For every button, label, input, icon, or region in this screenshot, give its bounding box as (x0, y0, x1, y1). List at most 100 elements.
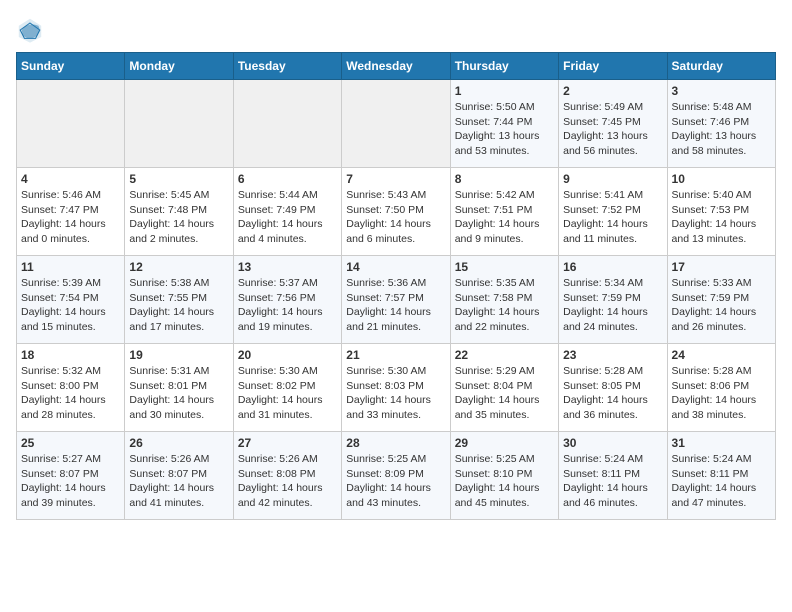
calendar-cell: 12 Sunrise: 5:38 AM Sunset: 7:55 PM Dayli… (125, 256, 233, 344)
day-info: Sunrise: 5:32 AM Sunset: 8:00 PM Dayligh… (21, 364, 120, 423)
calendar-cell: 14 Sunrise: 5:36 AM Sunset: 7:57 PM Dayli… (342, 256, 450, 344)
day-number: 1 (455, 84, 554, 98)
day-info: Sunrise: 5:24 AM Sunset: 8:11 PM Dayligh… (672, 452, 771, 511)
calendar-cell: 7 Sunrise: 5:43 AM Sunset: 7:50 PM Daylig… (342, 168, 450, 256)
calendar-week-3: 11 Sunrise: 5:39 AM Sunset: 7:54 PM Dayli… (17, 256, 776, 344)
calendar-cell: 5Sunrise: 5:45 AM Sunset: 7:48 PM Daylig… (125, 168, 233, 256)
header-cell-friday: Friday (559, 53, 667, 80)
day-info: Sunrise: 5:25 AM Sunset: 8:10 PM Dayligh… (455, 452, 554, 511)
calendar-cell: 15 Sunrise: 5:35 AM Sunset: 7:58 PM Dayli… (450, 256, 558, 344)
header-cell-thursday: Thursday (450, 53, 558, 80)
day-number: 23 (563, 348, 662, 362)
calendar-cell: 25Sunrise: 5:27 AM Sunset: 8:07 PM Dayli… (17, 432, 125, 520)
day-info: Sunrise: 5:36 AM Sunset: 7:57 PM Dayligh… (346, 276, 445, 335)
calendar-cell (17, 80, 125, 168)
day-number: 21 (346, 348, 445, 362)
day-info: Sunrise: 5:42 AM Sunset: 7:51 PM Dayligh… (455, 188, 554, 247)
calendar-cell: 9 Sunrise: 5:41 AM Sunset: 7:52 PM Daylig… (559, 168, 667, 256)
calendar-cell: 22 Sunrise: 5:29 AM Sunset: 8:04 PM Dayli… (450, 344, 558, 432)
day-number: 10 (672, 172, 771, 186)
calendar-cell: 4 Sunrise: 5:46 AM Sunset: 7:47 PM Daylig… (17, 168, 125, 256)
calendar-cell: 6 Sunrise: 5:44 AM Sunset: 7:49 PM Daylig… (233, 168, 341, 256)
day-number: 2 (563, 84, 662, 98)
header-cell-sunday: Sunday (17, 53, 125, 80)
day-number: 12 (129, 260, 228, 274)
calendar-cell: 17Sunrise: 5:33 AM Sunset: 7:59 PM Dayli… (667, 256, 775, 344)
day-info: Sunrise: 5:50 AM Sunset: 7:44 PM Dayligh… (455, 100, 554, 159)
calendar-cell: 28Sunrise: 5:25 AM Sunset: 8:09 PM Dayli… (342, 432, 450, 520)
day-info: Sunrise: 5:30 AM Sunset: 8:03 PM Dayligh… (346, 364, 445, 423)
day-number: 16 (563, 260, 662, 274)
calendar-cell: 13 Sunrise: 5:37 AM Sunset: 7:56 PM Dayli… (233, 256, 341, 344)
calendar-cell: 10 Sunrise: 5:40 AM Sunset: 7:53 PM Dayli… (667, 168, 775, 256)
day-number: 20 (238, 348, 337, 362)
header-row: SundayMondayTuesdayWednesdayThursdayFrid… (17, 53, 776, 80)
day-info: Sunrise: 5:27 AM Sunset: 8:07 PM Dayligh… (21, 452, 120, 511)
day-number: 17 (672, 260, 771, 274)
calendar-cell: 29 Sunrise: 5:25 AM Sunset: 8:10 PM Dayli… (450, 432, 558, 520)
calendar-cell: 20 Sunrise: 5:30 AM Sunset: 8:02 PM Dayli… (233, 344, 341, 432)
day-number: 6 (238, 172, 337, 186)
day-info: Sunrise: 5:26 AM Sunset: 8:07 PM Dayligh… (129, 452, 228, 511)
day-number: 13 (238, 260, 337, 274)
calendar-week-4: 18 Sunrise: 5:32 AM Sunset: 8:00 PM Dayli… (17, 344, 776, 432)
day-number: 29 (455, 436, 554, 450)
day-info: Sunrise: 5:41 AM Sunset: 7:52 PM Dayligh… (563, 188, 662, 247)
day-info: Sunrise: 5:38 AM Sunset: 7:55 PM Dayligh… (129, 276, 228, 335)
logo (16, 16, 48, 44)
calendar-cell (125, 80, 233, 168)
calendar-cell: 2 Sunrise: 5:49 AM Sunset: 7:45 PM Daylig… (559, 80, 667, 168)
calendar-table: SundayMondayTuesdayWednesdayThursdayFrid… (16, 52, 776, 520)
day-info: Sunrise: 5:39 AM Sunset: 7:54 PM Dayligh… (21, 276, 120, 335)
day-number: 14 (346, 260, 445, 274)
day-number: 7 (346, 172, 445, 186)
calendar-cell: 30Sunrise: 5:24 AM Sunset: 8:11 PM Dayli… (559, 432, 667, 520)
calendar-cell: 18 Sunrise: 5:32 AM Sunset: 8:00 PM Dayli… (17, 344, 125, 432)
day-info: Sunrise: 5:37 AM Sunset: 7:56 PM Dayligh… (238, 276, 337, 335)
day-info: Sunrise: 5:26 AM Sunset: 8:08 PM Dayligh… (238, 452, 337, 511)
day-number: 4 (21, 172, 120, 186)
day-number: 11 (21, 260, 120, 274)
day-info: Sunrise: 5:31 AM Sunset: 8:01 PM Dayligh… (129, 364, 228, 423)
calendar-cell: 23 Sunrise: 5:28 AM Sunset: 8:05 PM Dayli… (559, 344, 667, 432)
day-info: Sunrise: 5:28 AM Sunset: 8:06 PM Dayligh… (672, 364, 771, 423)
day-number: 18 (21, 348, 120, 362)
day-info: Sunrise: 5:25 AM Sunset: 8:09 PM Dayligh… (346, 452, 445, 511)
day-number: 15 (455, 260, 554, 274)
calendar-cell: 3Sunrise: 5:48 AM Sunset: 7:46 PM Daylig… (667, 80, 775, 168)
calendar-cell: 16Sunrise: 5:34 AM Sunset: 7:59 PM Dayli… (559, 256, 667, 344)
day-number: 9 (563, 172, 662, 186)
header-cell-monday: Monday (125, 53, 233, 80)
calendar-cell: 19Sunrise: 5:31 AM Sunset: 8:01 PM Dayli… (125, 344, 233, 432)
calendar-week-1: 1 Sunrise: 5:50 AM Sunset: 7:44 PM Daylig… (17, 80, 776, 168)
calendar-header: SundayMondayTuesdayWednesdayThursdayFrid… (17, 53, 776, 80)
page-header (16, 16, 776, 44)
day-info: Sunrise: 5:46 AM Sunset: 7:47 PM Dayligh… (21, 188, 120, 247)
day-number: 31 (672, 436, 771, 450)
day-info: Sunrise: 5:29 AM Sunset: 8:04 PM Dayligh… (455, 364, 554, 423)
header-cell-wednesday: Wednesday (342, 53, 450, 80)
calendar-cell (342, 80, 450, 168)
day-info: Sunrise: 5:43 AM Sunset: 7:50 PM Dayligh… (346, 188, 445, 247)
calendar-week-2: 4 Sunrise: 5:46 AM Sunset: 7:47 PM Daylig… (17, 168, 776, 256)
calendar-cell: 21 Sunrise: 5:30 AM Sunset: 8:03 PM Dayli… (342, 344, 450, 432)
day-info: Sunrise: 5:24 AM Sunset: 8:11 PM Dayligh… (563, 452, 662, 511)
day-info: Sunrise: 5:44 AM Sunset: 7:49 PM Dayligh… (238, 188, 337, 247)
day-info: Sunrise: 5:30 AM Sunset: 8:02 PM Dayligh… (238, 364, 337, 423)
logo-icon (16, 16, 44, 44)
calendar-week-5: 25Sunrise: 5:27 AM Sunset: 8:07 PM Dayli… (17, 432, 776, 520)
day-number: 22 (455, 348, 554, 362)
day-info: Sunrise: 5:40 AM Sunset: 7:53 PM Dayligh… (672, 188, 771, 247)
header-cell-tuesday: Tuesday (233, 53, 341, 80)
day-info: Sunrise: 5:35 AM Sunset: 7:58 PM Dayligh… (455, 276, 554, 335)
calendar-cell: 1 Sunrise: 5:50 AM Sunset: 7:44 PM Daylig… (450, 80, 558, 168)
calendar-cell: 11 Sunrise: 5:39 AM Sunset: 7:54 PM Dayli… (17, 256, 125, 344)
day-info: Sunrise: 5:48 AM Sunset: 7:46 PM Dayligh… (672, 100, 771, 159)
calendar-cell: 27Sunrise: 5:26 AM Sunset: 8:08 PM Dayli… (233, 432, 341, 520)
calendar-cell: 8 Sunrise: 5:42 AM Sunset: 7:51 PM Daylig… (450, 168, 558, 256)
day-info: Sunrise: 5:49 AM Sunset: 7:45 PM Dayligh… (563, 100, 662, 159)
calendar-cell: 31 Sunrise: 5:24 AM Sunset: 8:11 PM Dayli… (667, 432, 775, 520)
day-number: 8 (455, 172, 554, 186)
calendar-cell (233, 80, 341, 168)
day-info: Sunrise: 5:28 AM Sunset: 8:05 PM Dayligh… (563, 364, 662, 423)
